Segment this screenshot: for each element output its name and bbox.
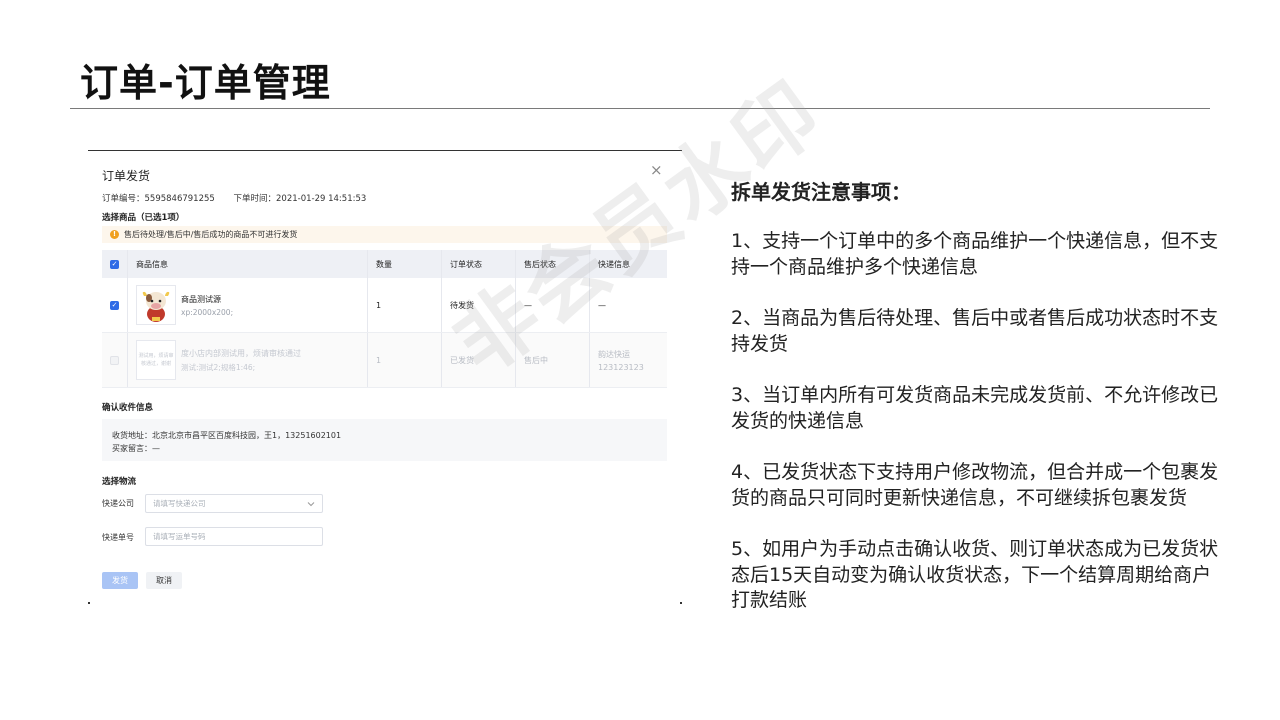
warning-text: 售后待处理/售后中/售后成功的商品不可进行发货 (124, 230, 298, 239)
courier-company-placeholder: 请填写快递公司 (153, 499, 206, 508)
table-row: ✓ 商品测试源 xp:2000x200; 1 待发货 — — (102, 278, 667, 333)
table-row: 测试用，烦请审 核通过，谢谢 度小店内部测试用，烦请审核通过 测试:测试2;规格… (102, 333, 667, 388)
cow-mascot-image (142, 291, 170, 322)
after-sale-status-cell: — (516, 278, 590, 332)
notes-panel: 拆单发货注意事项： 1、支持一个订单中的多个商品维护一个快递信息，但不支持一个商… (731, 176, 1221, 640)
product-name: 度小店内部测试用，烦请审核通过 (181, 348, 301, 358)
shipping-address: 收货地址：北京北京市昌平区百度科技园，王1，13251602101 (112, 431, 342, 440)
title-divider (70, 108, 1210, 109)
select-all-checkbox[interactable]: ✓ (110, 259, 119, 269)
dialog-title: 订单发货 (102, 169, 151, 183)
product-thumbnail (136, 285, 176, 325)
product-name: 商品测试源 (181, 294, 221, 304)
courier-company-select[interactable]: 请填写快递公司 (145, 494, 323, 513)
panel-corner-mark (88, 602, 90, 604)
product-thumbnail: 测试用，烦请审 核通过，谢谢 (136, 340, 176, 380)
cancel-button[interactable]: 取消 (146, 572, 182, 589)
warning-bar: ! 售后待处理/售后中/售后成功的商品不可进行发货 (102, 226, 667, 243)
panel-corner-mark (680, 602, 682, 604)
note-item: 3、当订单内所有可发货商品未完成发货前、不允许修改已发货的快递信息 (731, 384, 1219, 432)
receiver-info-label: 确认收件信息 (102, 403, 154, 413)
table-header: ✓ 商品信息 数量 订单状态 售后状态 快递信息 (102, 250, 667, 278)
warning-icon: ! (110, 230, 119, 239)
logistics-label: 选择物流 (102, 477, 137, 487)
note-item: 1、支持一个订单中的多个商品维护一个快递信息，但不支持一个商品维护多个快递信息 (731, 230, 1219, 278)
ship-order-dialog: 订单发货 × 订单编号：5595846791255 下单时间：2021-01-2… (88, 150, 682, 605)
tracking-number-input[interactable]: 请填写运单号码 (145, 527, 323, 546)
close-icon[interactable]: × (650, 163, 663, 178)
row-checkbox[interactable]: ✓ (110, 300, 119, 310)
order-meta: 订单编号：5595846791255 下单时间：2021-01-29 14:51… (102, 192, 366, 204)
note-item: 4、已发货状态下支持用户修改物流，但合并成一个包裹发货的商品只可同时更新快递信息… (731, 461, 1219, 509)
courier-company-label: 快递公司 (102, 499, 134, 508)
note-item: 2、当商品为售后待处理、售后中或者售后成功状态时不支持发货 (731, 307, 1219, 355)
header-after-sale-status: 售后状态 (516, 250, 590, 278)
order-time: 下单时间：2021-01-29 14:51:53 (233, 194, 367, 204)
header-product-info: 商品信息 (128, 250, 368, 278)
slide-title: 订单-订单管理 (80, 61, 331, 105)
ship-button[interactable]: 发货 (102, 572, 138, 589)
header-order-status: 订单状态 (442, 250, 516, 278)
quantity-cell: 1 (368, 278, 442, 332)
quantity-cell: 1 (368, 333, 442, 387)
notes-heading: 拆单发货注意事项： (731, 180, 911, 204)
order-status-cell: 待发货 (442, 278, 516, 332)
receiver-info-box: 收货地址：北京北京市昌平区百度科技园，王1，13251602101 买家留言：— (102, 419, 667, 461)
products-table: ✓ 商品信息 数量 订单状态 售后状态 快递信息 ✓ 商品测试源 xp:2000… (102, 250, 667, 388)
after-sale-status-cell: 售后中 (516, 333, 590, 387)
header-express-info: 快递信息 (598, 259, 630, 269)
order-number: 订单编号：5595846791255 (102, 194, 215, 204)
product-spec: xp:2000x200; (181, 307, 234, 317)
header-quantity: 数量 (368, 250, 442, 278)
select-products-label: 选择商品（已选1项） (102, 213, 185, 223)
tracking-number-label: 快递单号 (102, 533, 134, 542)
thumbnail-text: 测试用，烦请审 核通过，谢谢 (138, 353, 174, 367)
product-spec: 测试:测试2;规格1:46; (181, 362, 256, 372)
chevron-down-icon (307, 501, 315, 506)
buyer-message: 买家留言：— (112, 444, 160, 453)
express-number-cell: 123123123 (598, 362, 644, 372)
note-item: 5、如用户为手动点击确认收货、则订单状态成为已发货状态后15天自动变为确认收货状… (731, 538, 1219, 611)
express-company-cell: — (598, 300, 606, 310)
order-status-cell: 已发货 (442, 333, 516, 387)
tracking-number-placeholder: 请填写运单号码 (153, 532, 206, 541)
row-checkbox (110, 355, 119, 365)
express-company-cell: 韵达快运 (598, 349, 630, 359)
